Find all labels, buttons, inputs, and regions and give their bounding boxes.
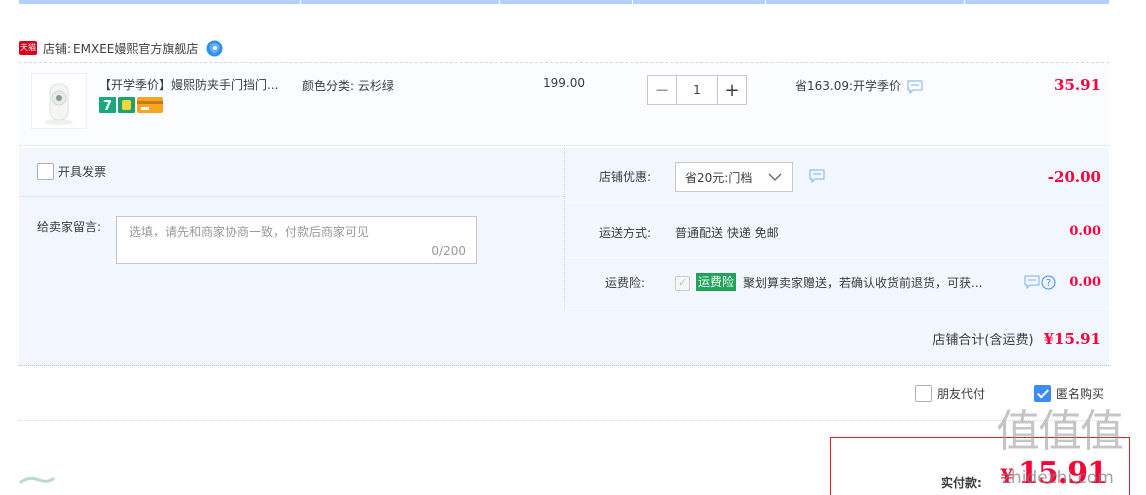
item-savings: 省163.09:开学季价 [795, 76, 923, 94]
message-icon [907, 80, 923, 94]
column-header-bar [19, 0, 1109, 4]
anonymous-purchase-option[interactable]: 匿名购买 [1034, 385, 1104, 402]
quantity-decrease-button[interactable]: − [647, 75, 677, 105]
shipping-row: 运送方式: 普通配送 快递 免邮 0.00 [566, 204, 1109, 258]
actual-payment-label: 实付款: [941, 476, 982, 490]
item-savings-text: 省163.09:开学季价 [795, 78, 902, 93]
invoice-label: 开具发票 [58, 165, 107, 179]
store-prefix-label: 店铺: [43, 41, 72, 56]
svg-text:?: ? [1046, 278, 1051, 289]
friend-pay-option[interactable]: 朋友代付 [915, 385, 985, 402]
coupon-row: 店铺优惠: 省20元:门档 -20.00 [566, 148, 1109, 203]
product-thumbnail[interactable] [31, 73, 87, 129]
help-icon: ? [1041, 275, 1056, 290]
shipping-fee-value: 0.00 [1069, 224, 1101, 239]
shipping-label: 运送方式: [598, 226, 651, 240]
message-icon [809, 169, 825, 183]
seven-day-return-icon: 7 [99, 97, 116, 113]
wangwang-icon[interactable] [206, 40, 223, 57]
store-header: 天猫 店铺: EMXEE嫚熙官方旗舰店 [19, 38, 223, 58]
actual-payment-currency: ¥ [1000, 464, 1014, 488]
insurance-tag: 运费险 [696, 273, 737, 291]
store-name-link[interactable]: EMXEE嫚熙官方旗舰店 [73, 40, 198, 57]
invoice-checkbox[interactable] [37, 163, 54, 180]
order-item-row: 【开学季价】嫚熙防夹手门挡门... 7 颜色分类: 云杉绿 199.00 − 1… [19, 62, 1109, 146]
seller-note-textarea[interactable]: 选填，请先和商家协商一致，付款后商家可见 0/200 [116, 216, 477, 264]
quantity-stepper: − 1 + [647, 75, 747, 105]
payment-summary-box: 实付款: ¥ 15.91 [830, 437, 1130, 495]
insurance-label: 运费险: [605, 276, 646, 290]
invoice-row: 开具发票 [19, 148, 564, 197]
back-arrow-icon[interactable] [19, 474, 55, 488]
svg-text:7: 7 [103, 99, 112, 113]
coupon-selected-value: 省20元:门档 [685, 170, 753, 185]
shipping-method: 普通配送 快递 免邮 [675, 226, 779, 240]
insurance-checkbox[interactable]: ✓ [675, 276, 690, 291]
divider [19, 420, 1109, 421]
insurance-description: 聚划算卖家赠送，若确认收货前退货，可获... [743, 276, 983, 290]
credit-card-icon [137, 97, 163, 113]
coupon-label: 店铺优惠: [598, 170, 651, 184]
store-total: 店铺合计(含运费) ¥15.91 [932, 329, 1101, 348]
anonymous-purchase-checkbox[interactable] [1034, 385, 1051, 402]
actual-payment-value: 15.91 [1018, 456, 1108, 491]
store-total-label: 店铺合计(含运费) [932, 333, 1034, 348]
insurance-icons: ? [1024, 275, 1056, 290]
quantity-input[interactable]: 1 [677, 75, 717, 105]
seller-note-placeholder: 选填，请先和商家协商一致，付款后商家可见 [129, 225, 370, 239]
chevron-down-icon [768, 173, 782, 181]
shipping-insurance-row: 运费险: ✓ 运费险 聚划算卖家赠送，若确认收货前退货，可获... ? 0.00 [566, 259, 1109, 309]
store-total-value: ¥15.91 [1043, 330, 1101, 348]
payment-options-row: 朋友代付 匿名购买 [19, 382, 1109, 406]
product-badges: 7 [99, 97, 163, 113]
guarantee-icon [118, 97, 135, 113]
coupon-discount-value: -20.00 [1047, 168, 1101, 186]
item-subtotal: 35.91 [1054, 76, 1101, 94]
order-options-panel: 开具发票 给卖家留言: 选填，请先和商家协商一致，付款后商家可见 0/200 店… [19, 148, 1109, 366]
unit-price: 199.00 [543, 76, 585, 90]
tmall-icon: 天猫 [19, 41, 37, 55]
insurance-value: 0.00 [1069, 275, 1101, 290]
friend-pay-label: 朋友代付 [937, 387, 986, 401]
anonymous-purchase-label: 匿名购买 [1056, 387, 1105, 401]
message-icon [1024, 275, 1040, 289]
left-options: 开具发票 给卖家留言: 选填，请先和商家协商一致，付款后商家可见 0/200 [19, 148, 565, 309]
product-sku: 颜色分类: 云杉绿 [302, 79, 394, 93]
seller-note-char-count: 0/200 [431, 244, 466, 258]
friend-pay-checkbox[interactable] [915, 385, 932, 402]
seller-note-label: 给卖家留言: [37, 220, 102, 234]
quantity-increase-button[interactable]: + [717, 75, 747, 105]
product-title-link[interactable]: 【开学季价】嫚熙防夹手门挡门... [99, 76, 299, 93]
coupon-select[interactable]: 省20元:门档 [675, 162, 793, 192]
